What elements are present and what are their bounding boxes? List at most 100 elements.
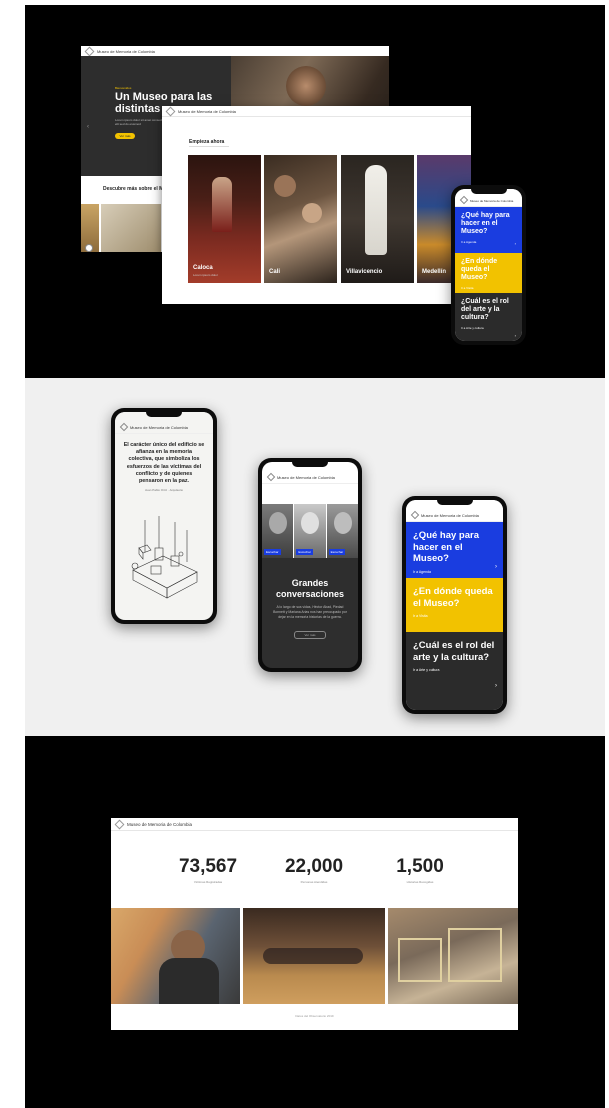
question-link: Ir a Arte y cultura (461, 326, 484, 330)
quote-text: El carácter único del edificio se afianz… (123, 442, 205, 485)
region-sub: Lorem ipsum dolor (193, 273, 218, 277)
listen-button[interactable]: Escuchar (296, 549, 313, 555)
region-card[interactable]: Caloca Lorem ipsum dolor (188, 155, 261, 283)
region-card[interactable]: Villavicencio (341, 155, 414, 283)
phone-notch (146, 411, 182, 417)
region-photo-figure (302, 203, 322, 223)
site-title: Museo de Memoria de Colombia (277, 475, 335, 480)
stats-photo (388, 908, 518, 1004)
photo-figure (263, 948, 363, 964)
question-title: ¿En dónde queda el Museo? (413, 586, 493, 609)
stat-value: 73,567 (178, 856, 238, 877)
quote-author: Juan Pablo Ortiz · Arquitecto (144, 488, 184, 493)
hero-prev-icon[interactable]: ‹ (87, 124, 89, 130)
region-photo-figure (274, 175, 296, 197)
phone-mockup: Museo de Memoria de Colombia El carácter… (111, 408, 217, 624)
stat-value: 1,500 (396, 856, 444, 877)
listen-button[interactable]: Escuchar (328, 549, 346, 555)
phone-screen: Museo de Memoria de Colombia ¿Qué hay pa… (406, 500, 503, 710)
stat-value: 22,000 (284, 856, 344, 877)
site-title: Museo de Memoria de Colombia (127, 821, 193, 827)
conversations-text: A lo largo de sus vidas, Héctor Abad, Pi… (273, 605, 347, 620)
museum-logo-icon (165, 106, 176, 116)
question-block[interactable]: ¿En dónde queda el Museo? Ir a Visita (406, 578, 503, 632)
building-illustration (131, 516, 198, 599)
window-header: Museo de Memoria de Colombia (162, 106, 471, 117)
face-shape (269, 512, 287, 534)
people-strip: Escuchar Escuchar Escuchar (262, 504, 358, 558)
question-link: Ir a Arte y cultura (413, 668, 440, 672)
listen-button[interactable]: Escuchar (264, 549, 281, 555)
stats-photo (111, 908, 240, 1004)
footnote: Datos del Observatorio 2019 (295, 1014, 334, 1018)
question-block[interactable]: ¿Qué hay para hacer en el Museo? Ir a Ag… (406, 522, 503, 578)
phone-mockup: Museo de Memoria de Colombia ¿Qué hay pa… (451, 185, 526, 345)
photo-figure (159, 958, 219, 1004)
region-card[interactable]: Cali (264, 155, 337, 283)
regions-window: Museo de Memoria de Colombia Empieza aho… (162, 106, 471, 304)
museum-logo-icon (84, 46, 95, 56)
stat-item: 22,000 Personas Atendidas (255, 856, 373, 884)
stat-label: Víctimas Registradas (193, 880, 223, 884)
spacer (262, 484, 358, 504)
region-label: Cali (269, 269, 281, 275)
showcase-mobile-panel: Museo de Memoria de Colombia El carácter… (25, 378, 605, 736)
person-photo[interactable]: Escuchar (294, 504, 326, 558)
showcase-desktop-panel: Museo de Memoria de Colombia Bienvenidos… (25, 5, 605, 378)
stats-window: Museo de Memoria de Colombia 73,567 Víct… (111, 818, 518, 1030)
showcase-stats-panel: Museo de Memoria de Colombia 73,567 Víct… (25, 736, 605, 1108)
question-block[interactable]: ¿Cuál es el rol del arte y la cultura? I… (455, 293, 522, 341)
photo-figure (448, 928, 502, 982)
museum-logo-icon (119, 422, 129, 432)
discover-title: Descubre más sobre el M (103, 186, 164, 192)
region-photo-figure (365, 165, 387, 255)
stat-label: Personas Atendidas (300, 880, 328, 884)
site-title: Museo de Memoria de Colombia (97, 48, 155, 54)
discover-photo (101, 204, 161, 252)
stats-photo (243, 908, 385, 1004)
phone-notch (292, 461, 328, 467)
museum-logo-icon (114, 819, 125, 829)
hero-photo-figure (286, 66, 326, 106)
question-block[interactable]: ¿Qué hay para hacer en el Museo? Ir a Ag… (455, 207, 522, 253)
question-link: Ir a Agenda (461, 240, 477, 244)
museum-logo-icon (410, 510, 420, 520)
person-photo[interactable]: Escuchar (262, 504, 294, 558)
hero-cta-button[interactable]: Ver más (115, 133, 135, 139)
phone-mockup: Museo de Memoria de Colombia ¿Qué hay pa… (402, 496, 507, 714)
question-title: ¿En dónde queda el Museo? (461, 258, 498, 281)
question-link: Ir a Agenda (413, 569, 431, 574)
question-block[interactable]: ¿Cuál es el rol del arte y la cultura? I… (406, 632, 503, 710)
arrow-right-icon: › (514, 333, 516, 338)
museum-logo-icon (459, 195, 469, 205)
arrow-right-icon: › (495, 563, 497, 570)
phone-notch (436, 499, 473, 505)
question-link: Ir a Visita (413, 614, 428, 618)
hero-eyebrow: Bienvenidos (115, 86, 132, 90)
arrow-right-icon: › (514, 241, 516, 246)
region-photo-figure (212, 177, 232, 232)
regions-title: Empieza ahora (189, 139, 225, 145)
face-shape (333, 512, 352, 534)
photo-figure (398, 938, 442, 982)
question-title: ¿Qué hay para hacer en el Museo? (413, 530, 479, 564)
carousel-dot-icon[interactable] (85, 244, 93, 252)
phone-notch (470, 188, 507, 194)
face-shape (301, 512, 320, 534)
stat-item: 73,567 Víctimas Registradas (149, 856, 267, 884)
phone-screen: Museo de Memoria de Colombia ¿Qué hay pa… (455, 189, 522, 341)
region-label: Medellín (422, 269, 447, 275)
person-photo[interactable]: Escuchar (326, 504, 358, 558)
window-header: Museo de Memoria de Colombia (111, 818, 518, 831)
conversations-title: Grandes conversaciones (275, 578, 345, 599)
question-title: ¿Cuál es el rol del arte y la cultura? (413, 640, 495, 663)
site-title: Museo de Memoria de Colombia (421, 513, 479, 518)
region-label: Villavicencio (346, 269, 383, 275)
see-more-button[interactable]: Ver más (294, 630, 326, 639)
question-link: Ir a Visita (461, 286, 474, 290)
question-block[interactable]: ¿En dónde queda el Museo? Ir a Visita (455, 253, 522, 293)
question-title: ¿Cuál es el rol del arte y la cultura? (461, 298, 509, 321)
phone-mockup: Museo de Memoria de Colombia Escuchar Es… (258, 458, 362, 672)
site-title: Museo de Memoria de Colombia (178, 108, 236, 114)
phone-screen: Museo de Memoria de Colombia Escuchar Es… (262, 462, 358, 668)
